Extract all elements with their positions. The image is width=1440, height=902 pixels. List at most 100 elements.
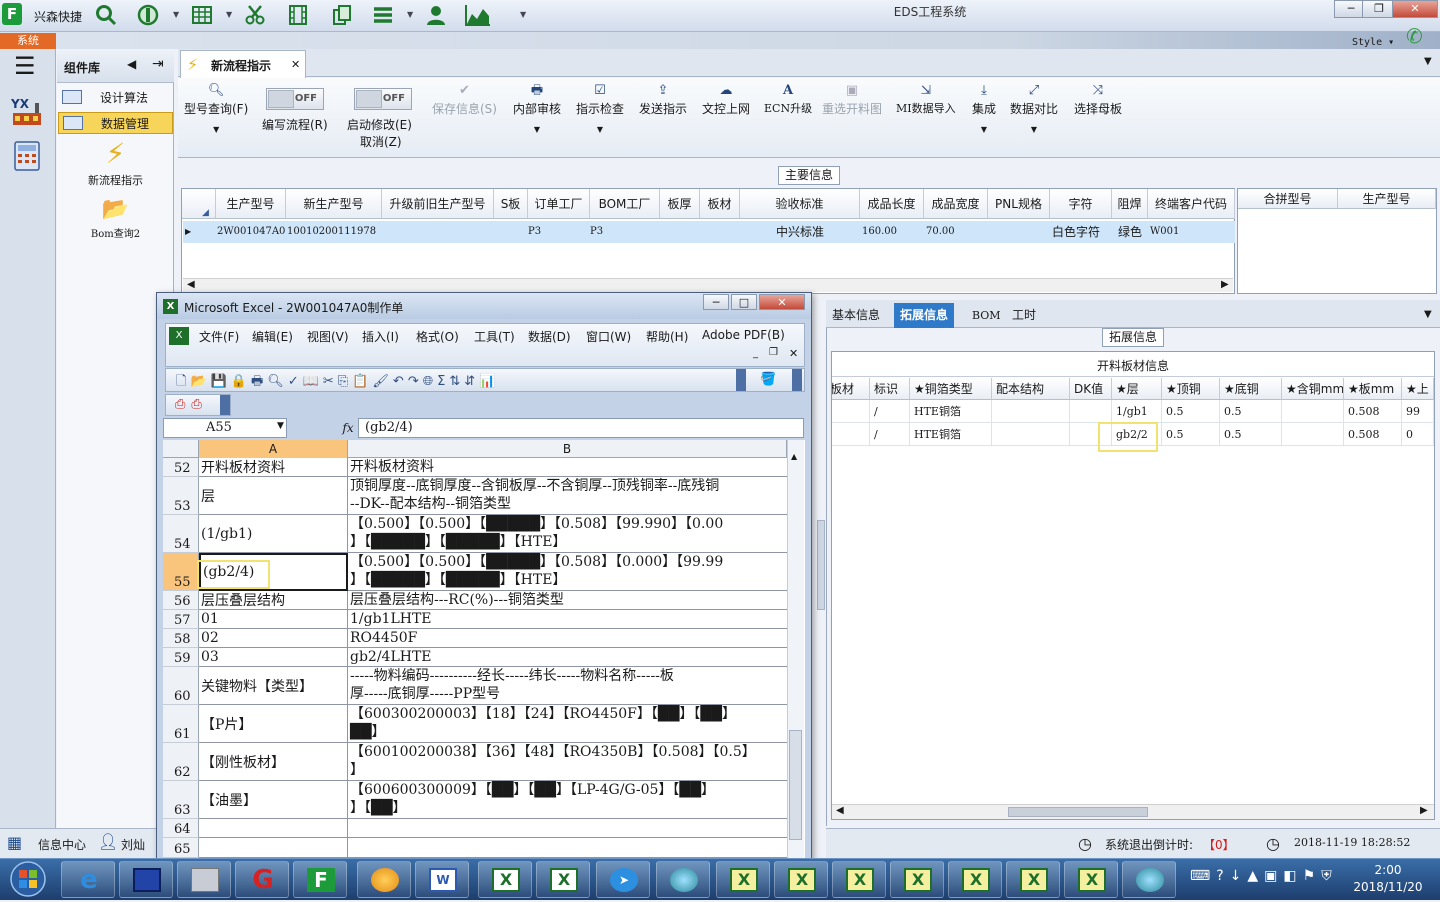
row-header[interactable]: 60 [163, 667, 199, 705]
grid-cell[interactable] [1070, 400, 1112, 423]
restore-button[interactable]: ❐ [1362, 0, 1396, 18]
grid-cell[interactable] [992, 423, 1070, 446]
column-header[interactable]: 配本结构 [992, 378, 1070, 400]
menu-window[interactable]: 窗口(W) [586, 328, 631, 345]
pdf-convert-icons[interactable]: ⎙⎙ [175, 397, 208, 412]
scroll-right-icon[interactable]: ▶ [1420, 805, 1428, 816]
sheet-cell[interactable]: (1/gb1) [199, 515, 348, 553]
row-header[interactable]: 64 [163, 819, 199, 838]
taskbar-excel-9[interactable]: X [1064, 861, 1118, 898]
column-header-a[interactable]: A [199, 440, 348, 458]
column-header[interactable]: 生产型号 [216, 189, 286, 219]
menu-data[interactable]: 数据(D) [528, 328, 571, 345]
sheet-cell[interactable]: 01 [199, 610, 348, 629]
new-process-instruction-item[interactable]: ⚡ 新流程指示 [58, 138, 173, 188]
scroll-thumb[interactable] [789, 730, 802, 840]
instruction-check-button[interactable]: ☑ 指示检查 ▼ [576, 82, 624, 134]
grid-cell[interactable]: 10010200111978 [287, 221, 376, 243]
doc-close-icon[interactable]: ✕ [789, 347, 798, 360]
library-item-design-algorithm[interactable]: 设计算法 [58, 87, 173, 109]
scissors-icon[interactable] [244, 4, 266, 26]
system-tray-icons[interactable]: ⌨?↓▲▣◧⚑⛨ [1190, 868, 1338, 884]
sheet-cell[interactable]: 关键物料【类型】 [199, 667, 348, 705]
library-item-data-management[interactable]: 数据管理 [58, 112, 173, 134]
column-header[interactable]: ★上 [1402, 378, 1434, 400]
start-button[interactable] [2, 859, 54, 899]
table-icon[interactable] [191, 4, 213, 26]
column-header[interactable]: 新生产型号 [286, 189, 382, 219]
column-header[interactable]: PNL规格 [988, 189, 1050, 219]
grid-cell[interactable] [992, 400, 1070, 423]
column-header[interactable]: 阻焊 [1112, 189, 1148, 219]
sheet-cell[interactable]: 【0.500】【0.500】【█████】【0.508】【0.000】【99.9… [348, 553, 787, 591]
grid-cell[interactable]: 白色字符 [1052, 221, 1100, 243]
name-box[interactable]: A55 [163, 418, 287, 438]
sheet-cell[interactable]: 【油墨】 [199, 781, 348, 819]
menu-tools[interactable]: 工具(T) [474, 328, 515, 345]
area-chart-icon[interactable] [465, 4, 490, 26]
row-header[interactable]: 61 [163, 705, 199, 743]
chevron-down-icon[interactable]: ▼ [520, 10, 526, 19]
sheet-cell[interactable]: 层压叠层结构---RC(%)---铜箔类型 [348, 591, 787, 610]
sheet-cell[interactable] [348, 838, 787, 858]
info-center-link[interactable]: 信息中心 [38, 836, 86, 853]
ecn-upgrade-button[interactable]: A ECN升级 [764, 82, 812, 116]
row-header[interactable]: 59 [163, 648, 199, 667]
toolbar-overflow-icon[interactable] [736, 369, 746, 391]
sheet-cell[interactable]: 【0.500】【0.500】【█████】【0.508】【99.990】【0.0… [348, 515, 787, 553]
grid-cell[interactable] [832, 423, 870, 446]
grid-cell[interactable]: 70.00 [926, 221, 955, 243]
hamburger-menu-icon[interactable]: ☰ [14, 54, 36, 78]
column-header[interactable]: 成品宽度 [924, 189, 988, 219]
column-header[interactable]: ★含铜mm [1282, 378, 1344, 400]
sheet-cell[interactable] [199, 819, 348, 838]
column-header[interactable]: ★板mm [1344, 378, 1402, 400]
tab-bom[interactable]: BOM [966, 303, 1007, 328]
column-header[interactable]: 升级前旧生产型号 [382, 189, 494, 219]
column-header-b[interactable]: B [348, 440, 787, 458]
scroll-left-icon[interactable]: ◀ [836, 805, 844, 816]
column-header[interactable]: 合拼型号 [1238, 189, 1338, 209]
grid-cell[interactable]: 2W001047A0 [217, 221, 285, 243]
taskbar-g-app[interactable]: G [235, 861, 289, 898]
film-icon[interactable] [287, 4, 309, 26]
sheet-cell[interactable]: 开料板材资料 [199, 458, 348, 477]
insert-function-icon[interactable]: fx [338, 418, 358, 438]
copy-icon[interactable] [331, 4, 353, 26]
standard-toolbar-icons[interactable]: 🗋📂💾🔒🖶🔍︎✓📖✂⎘📋🖌↶↷🌐︎Σ⇅⇵📊 [176, 372, 499, 394]
list-icon[interactable] [372, 4, 394, 26]
tab-work-hours[interactable]: 工时 [1006, 303, 1042, 328]
taskbar-excel-6[interactable]: X [890, 861, 944, 898]
chevron-down-icon[interactable]: ▼ [173, 10, 179, 19]
row-header[interactable]: 58 [163, 629, 199, 648]
sheet-cell[interactable] [199, 838, 348, 858]
calculator-icon[interactable] [12, 140, 42, 172]
close-tab-icon[interactable]: ✕ [291, 58, 300, 71]
collapse-left-icon[interactable]: ◀ [127, 57, 136, 71]
grid-cell[interactable]: P3 [528, 221, 541, 243]
taskbar-messenger[interactable]: ➤ [596, 861, 650, 898]
chevron-down-icon[interactable]: ▼ [1424, 56, 1432, 67]
yx-factory-icon[interactable]: YX [10, 95, 43, 127]
chevron-down-icon[interactable]: ▼ [277, 421, 284, 431]
excel-doc-icon[interactable]: X [169, 327, 189, 345]
sheet-cell[interactable]: 【600300200003】【18】【24】【RO4450F】【██】【██】 … [348, 705, 787, 743]
sheet-cell[interactable]: gb2/4LHTE [348, 648, 787, 667]
tab-new-process-instruction[interactable]: ⚡ 新流程指示 ✕ [180, 50, 306, 78]
row-header[interactable]: 56 [163, 591, 199, 610]
taskbar-excel-3[interactable]: X [716, 861, 770, 898]
sheet-cell[interactable]: 开料板材资料 [348, 458, 787, 477]
sheet-cell[interactable] [348, 819, 787, 838]
taskbar-viewer-2[interactable] [1122, 861, 1176, 898]
column-header[interactable]: 生产型号 [1338, 189, 1436, 209]
grid-cell[interactable]: 99 [1402, 400, 1434, 423]
chevron-down-icon[interactable]: ▼ [407, 10, 413, 19]
row-header[interactable]: 52 [163, 458, 199, 477]
mi-data-import-button[interactable]: ⇲ MI数据导入 [896, 82, 956, 116]
grid-cell[interactable]: 0.508 [1344, 423, 1402, 446]
toolbar-overflow-icon[interactable] [792, 369, 802, 391]
bom-query-item[interactable]: 📂 Bom查询2 [58, 197, 173, 240]
scroll-left-icon[interactable]: ◀ [187, 279, 195, 290]
grid-cell[interactable] [1282, 400, 1344, 423]
grid-cell[interactable]: 0.5 [1162, 400, 1220, 423]
